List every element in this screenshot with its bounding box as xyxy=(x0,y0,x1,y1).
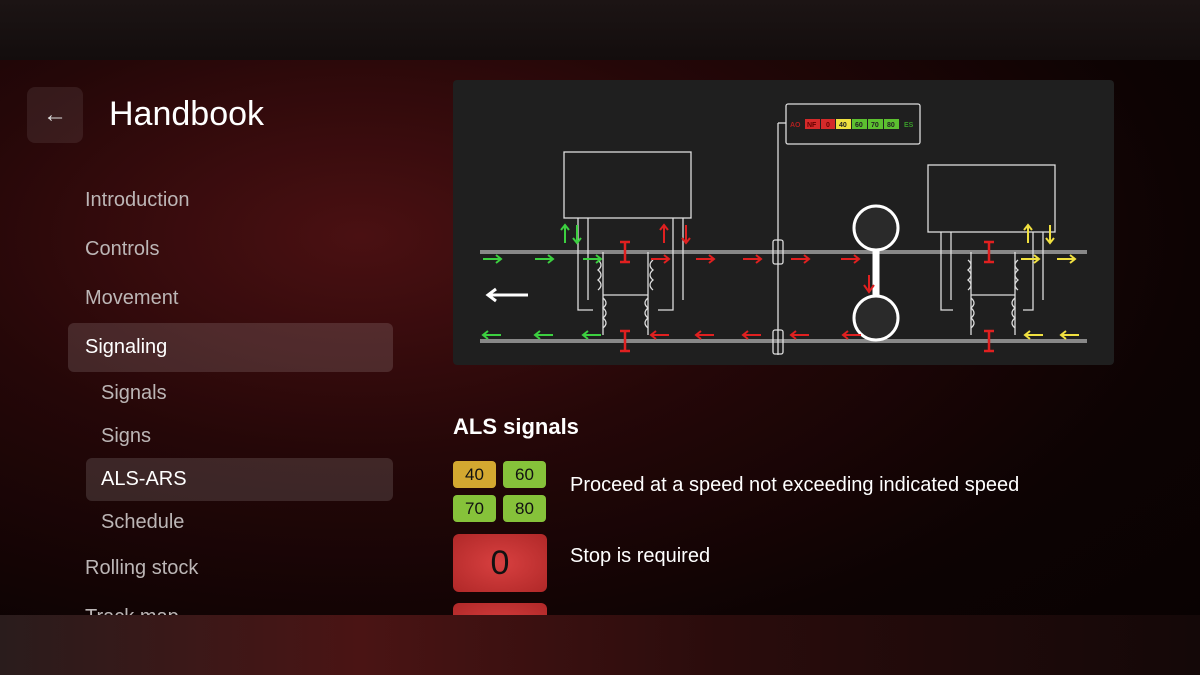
speed-chip-70: 70 xyxy=(453,495,496,522)
transformers-right xyxy=(966,252,1020,335)
arrow-left-icon: ← xyxy=(43,101,67,128)
indicator-40: 40 xyxy=(839,122,847,129)
transformers-left xyxy=(596,252,655,335)
receiver-box-right xyxy=(927,164,1056,233)
wiring-right xyxy=(940,232,1044,311)
indicator-60: 60 xyxy=(855,122,863,129)
als-diagram: AO NF 0 40 60 70 80 ES xyxy=(453,80,1114,365)
nav-subitem-signs[interactable]: Signs xyxy=(86,415,393,458)
sidebar-nav: Introduction Controls Movement Signaling… xyxy=(68,176,393,642)
rails xyxy=(480,250,1087,343)
wiring-left xyxy=(577,218,684,311)
indicator-80: 80 xyxy=(887,122,895,129)
section-title: ALS signals xyxy=(453,414,579,439)
page-title: Handbook xyxy=(109,95,265,133)
stop-description: Stop is required xyxy=(570,545,711,567)
direction-arrow xyxy=(485,287,528,303)
nav-subitem-schedule[interactable]: Schedule xyxy=(86,501,393,544)
bottom-bar xyxy=(0,615,1200,675)
speed-chip-40: 40 xyxy=(453,461,496,488)
indicator-es: ES xyxy=(904,122,914,129)
indicator-70: 70 xyxy=(871,122,879,129)
als-diagram-svg: AO NF 0 40 60 70 80 ES xyxy=(480,103,1087,355)
receiver-box-left xyxy=(563,151,692,219)
back-button[interactable]: ← xyxy=(27,87,83,143)
nav-subitem-als-ars[interactable]: ALS-ARS xyxy=(86,458,393,501)
nav-item-introduction[interactable]: Introduction xyxy=(68,176,393,225)
stop-chip-0: 0 xyxy=(453,534,547,592)
indicator-0: 0 xyxy=(826,122,830,129)
nav-item-rolling-stock[interactable]: Rolling stock xyxy=(68,544,393,593)
speed-chip-60: 60 xyxy=(503,461,546,488)
nav-subitem-signals[interactable]: Signals xyxy=(86,372,393,415)
indicator-ao: AO xyxy=(790,122,801,129)
indicator-nf: NF xyxy=(807,122,817,129)
nav-item-signaling[interactable]: Signaling xyxy=(68,323,393,372)
nav-item-controls[interactable]: Controls xyxy=(68,225,393,274)
nav-item-movement[interactable]: Movement xyxy=(68,274,393,323)
cab-indicator: AO NF 0 40 60 70 80 ES xyxy=(790,119,914,129)
speed-chip-80: 80 xyxy=(503,495,546,522)
wheelset xyxy=(852,204,900,342)
top-bar xyxy=(0,0,1200,60)
proceed-description: Proceed at a speed not exceeding indicat… xyxy=(570,474,1020,496)
